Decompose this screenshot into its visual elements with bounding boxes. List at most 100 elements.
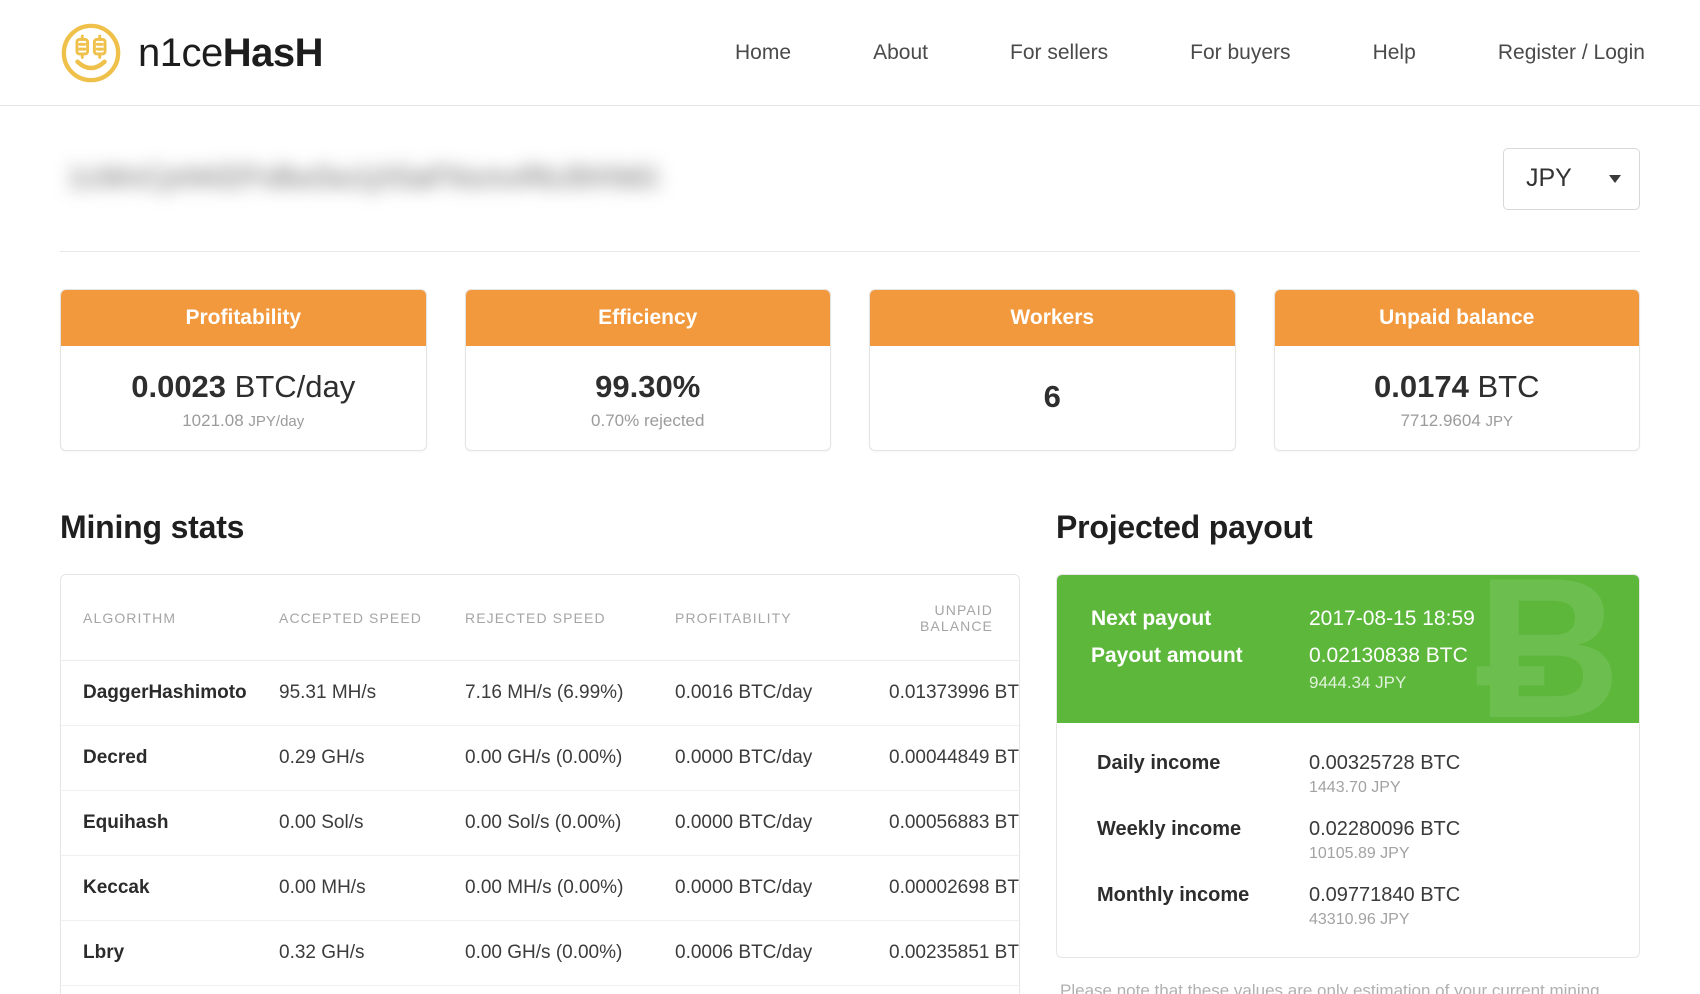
- payout-highlight-panel: Ƀ Next payout 2017-08-15 18:59 Payout am…: [1057, 575, 1639, 724]
- col-accepted-speed: ACCEPTED SPEED: [279, 575, 465, 661]
- next-payout-value: 2017-08-15 18:59: [1309, 607, 1475, 630]
- stat-card-secondary: 0.70% rejected: [591, 411, 704, 431]
- brand-name-bold: HasH: [222, 30, 324, 75]
- next-payout-value-wrap: 2017-08-15 18:59: [1309, 603, 1475, 636]
- table-row: Lyra2REv20.00 MH/s0.00 MH/s (0.00%)0.000…: [61, 985, 1019, 994]
- profitability-cell: 0.0000 BTC/day: [675, 790, 889, 856]
- brand-wordmark: n1ce HasH: [138, 30, 324, 75]
- projected-payout-section: Projected payout Ƀ Next payout 2017-08-1…: [1056, 509, 1640, 994]
- table-row: DaggerHashimoto 95.31 MH/s 7.16 MH/s (6.99…: [61, 660, 1019, 726]
- rejected-speed-cell: 0.00 MH/s (0.00%): [465, 985, 675, 994]
- col-profitability: PROFITABILITY: [675, 575, 889, 661]
- stat-card-value: 6: [1043, 379, 1061, 415]
- stat-card-unit: BTC: [1477, 369, 1540, 405]
- nav-register-login[interactable]: Register / Login: [1498, 41, 1645, 65]
- income-fiat-value: 1443.70 JPY: [1309, 779, 1401, 797]
- mining-stats-table: ALGORITHM ACCEPTED SPEED REJECTED SPEED …: [61, 575, 1019, 994]
- profitability-cell: 0.0006 BTC/day: [675, 920, 889, 986]
- table-body: DaggerHashimoto 95.31 MH/s 7.16 MH/s (6.99…: [61, 660, 1019, 994]
- stat-card-secondary: 7712.9604 JPY: [1400, 411, 1513, 431]
- stat-card-secondary-unit: JPY/day: [248, 412, 305, 430]
- nav-for-buyers[interactable]: For buyers: [1190, 41, 1290, 65]
- income-row: Daily income 0.00325728 BTC 1443.70 JPY: [1097, 749, 1605, 797]
- income-label: Weekly income: [1097, 818, 1242, 841]
- col-unpaid-balance: UNPAID BALANCE: [889, 575, 1019, 661]
- income-estimates-block: Daily income 0.00325728 BTC 1443.70 JPY Wee…: [1057, 723, 1639, 957]
- unpaid-balance-cell: 0.00235851 BTC: [889, 920, 1019, 986]
- col-rejected-speed: REJECTED SPEED: [465, 575, 675, 661]
- stat-card-value: 0.0023: [131, 369, 227, 405]
- stat-card-secondary-unit: JPY: [1485, 412, 1514, 430]
- stat-card-profitability: Profitability 0.0023 BTC/day 1021.08 JPY…: [60, 289, 427, 451]
- income-value-wrap: 0.02280096 BTC 10105.89 JPY: [1309, 815, 1460, 863]
- stat-card-workers: Workers 6: [869, 289, 1236, 451]
- algo-cell: Equihash: [61, 790, 279, 856]
- nav-help[interactable]: Help: [1373, 41, 1416, 65]
- income-value: 0.09771840 BTC: [1309, 884, 1461, 907]
- income-value-wrap: 0.09771840 BTC 43310.96 JPY: [1309, 881, 1460, 929]
- stat-card-secondary-value: 7712.9604: [1400, 410, 1481, 430]
- profitability-cell: 0.0016 BTC/day: [675, 660, 889, 726]
- accepted-speed-cell: 0.32 GH/s: [279, 920, 465, 986]
- unpaid-balance-cell: 0.00044849 BTC: [889, 725, 1019, 791]
- stat-card-title: Efficiency: [465, 290, 830, 346]
- stat-card-primary: 0.0023 BTC/day: [131, 369, 355, 405]
- mining-stats-table-card: ALGORITHM ACCEPTED SPEED REJECTED SPEED …: [60, 574, 1020, 994]
- profitability-cell: 0.0000 BTC/day: [675, 985, 889, 994]
- stat-card-value: 99.30%: [595, 369, 701, 405]
- stat-card-secondary-value: 1021.08: [182, 410, 244, 430]
- profitability-cell: 0.0000 BTC/day: [675, 725, 889, 791]
- table-header: ALGORITHM ACCEPTED SPEED REJECTED SPEED …: [61, 575, 1019, 661]
- mining-stats-heading: Mining stats: [60, 509, 245, 545]
- stat-card-secondary-value: 0.70% rejected: [591, 410, 705, 430]
- currency-selected-value: JPY: [1526, 164, 1572, 192]
- nav-home[interactable]: Home: [735, 41, 791, 65]
- income-label: Daily income: [1097, 752, 1221, 775]
- income-fiat-value: 43310.96 JPY: [1309, 911, 1410, 929]
- unpaid-balance-cell: 0.01373996 BTC: [889, 660, 1019, 726]
- next-payout-label: Next payout: [1091, 607, 1212, 630]
- income-value: 0.02280096 BTC: [1309, 818, 1461, 841]
- brand-logo-link[interactable]: n1ce HasH: [60, 22, 324, 84]
- stat-card-body: 0.0023 BTC/day 1021.08 JPY/day: [61, 346, 426, 450]
- rejected-speed-cell: 0.00 GH/s (0.00%): [465, 725, 675, 791]
- stat-card-title: Workers: [870, 290, 1235, 346]
- payout-disclaimer-note: Please note that these values are only e…: [1060, 981, 1600, 994]
- income-row: Monthly income 0.09771840 BTC 43310.96 JPY: [1097, 881, 1605, 929]
- algo-cell: DaggerHashimoto: [61, 660, 279, 726]
- stat-card-unit: BTC/day: [234, 369, 356, 405]
- currency-select[interactable]: JPY: [1503, 147, 1640, 210]
- payout-amount-value-wrap: 0.02130838 BTC 9444.34 JPY: [1309, 640, 1468, 694]
- next-payout-row: Next payout 2017-08-15 18:59: [1091, 603, 1605, 636]
- chevron-down-icon: [1609, 174, 1621, 183]
- accepted-speed-cell: 0.29 GH/s: [279, 725, 465, 791]
- rejected-speed-cell: 0.00 GH/s (0.00%): [465, 920, 675, 986]
- summary-stat-cards: Profitability 0.0023 BTC/day 1021.08 JPY…: [60, 289, 1640, 451]
- algo-cell: Lbry: [61, 920, 279, 986]
- algo-cell: Lyra2REv2: [61, 985, 279, 994]
- nav-about[interactable]: About: [873, 41, 928, 65]
- site-header: n1ce HasH Home About For sellers For buye…: [0, 0, 1700, 106]
- payout-amount-fiat: 9444.34 JPY: [1309, 673, 1407, 693]
- unpaid-balance-cell: 0.00003366 BTC: [889, 985, 1019, 994]
- account-header-row: 1cWnCjnhKEPvBwSw1jX5aFNxmvRbJ9XNtG JPY: [60, 106, 1640, 252]
- lower-section: Mining stats ALGORITHM ACCEPTED SPEED RE…: [60, 509, 1640, 994]
- income-fiat-value: 10105.89 JPY: [1309, 845, 1410, 863]
- nav-for-sellers[interactable]: For sellers: [1010, 41, 1108, 65]
- accepted-speed-cell: 95.31 MH/s: [279, 660, 465, 726]
- table-row: Keccak 0.00 MH/s 0.00 MH/s (0.00%) 0.0000 B…: [61, 855, 1019, 921]
- stat-card-body: 6: [870, 346, 1235, 450]
- stat-card-primary: 99.30%: [595, 369, 700, 405]
- unpaid-balance-cell: 0.00002698 BTC: [889, 855, 1019, 921]
- col-algorithm: ALGORITHM: [61, 575, 279, 661]
- main-navigation: Home About For sellers For buyers Help R…: [735, 41, 1645, 65]
- algo-cell: Decred: [61, 725, 279, 791]
- payout-amount-value: 0.02130838 BTC: [1309, 643, 1468, 667]
- income-value-wrap: 0.00325728 BTC 1443.70 JPY: [1309, 749, 1460, 797]
- unpaid-balance-cell: 0.00056883 BTC: [889, 790, 1019, 856]
- algo-cell: Keccak: [61, 855, 279, 921]
- stat-card-body: 99.30% 0.70% rejected: [466, 346, 831, 450]
- table-row: Decred 0.29 GH/s 0.00 GH/s (0.00%) 0.0000 B…: [61, 725, 1019, 791]
- mining-stats-section: Mining stats ALGORITHM ACCEPTED SPEED RE…: [60, 509, 1020, 994]
- stat-card-primary: 0.0174 BTC: [1374, 369, 1539, 405]
